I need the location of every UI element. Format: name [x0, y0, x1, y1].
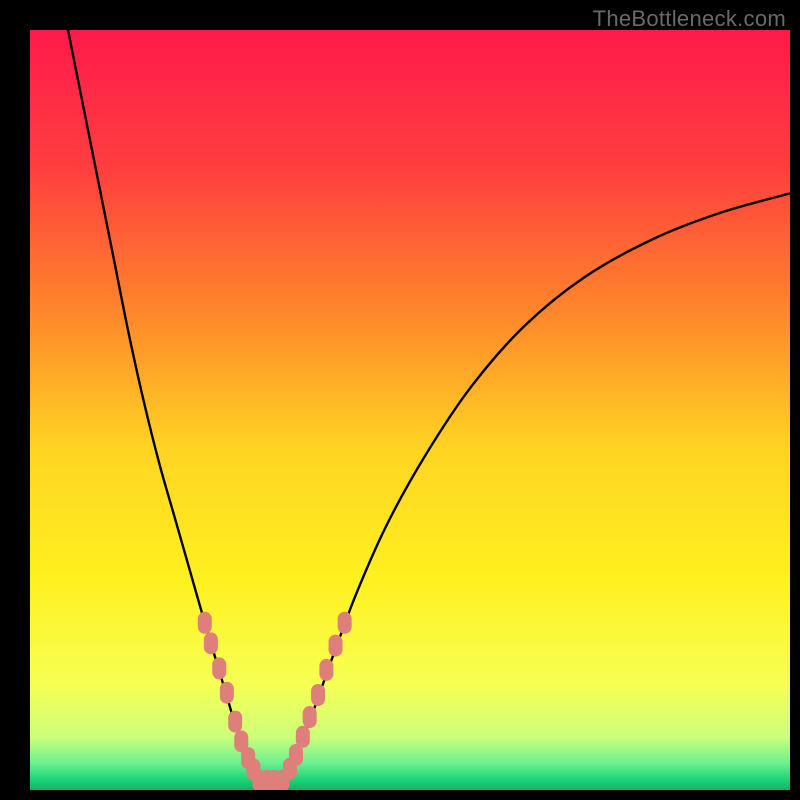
marker-point	[220, 682, 234, 704]
chart-svg	[30, 30, 790, 790]
marker-point	[303, 706, 317, 728]
marker-point	[204, 632, 218, 654]
chart-background-gradient	[30, 30, 790, 790]
watermark-text: TheBottleneck.com	[593, 6, 786, 32]
marker-point	[338, 612, 352, 634]
marker-point	[329, 635, 343, 657]
marker-point	[198, 612, 212, 634]
marker-point	[296, 726, 310, 748]
chart-frame: TheBottleneck.com	[0, 0, 800, 800]
marker-point	[212, 657, 226, 679]
marker-point	[319, 659, 333, 681]
marker-point	[228, 711, 242, 733]
chart-plot-area	[30, 30, 790, 790]
marker-point	[311, 684, 325, 706]
